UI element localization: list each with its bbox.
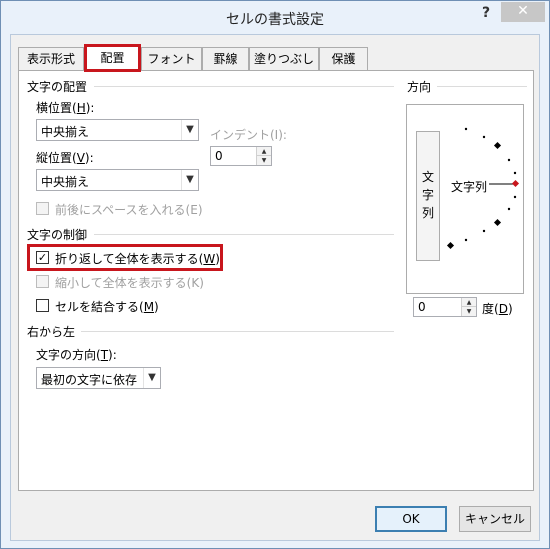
chevron-down-icon[interactable]: ▼ — [181, 120, 198, 140]
text-alignment-group-title: 文字の配置 — [27, 80, 88, 94]
stepper-up-icon[interactable]: ▲ — [256, 147, 271, 156]
tab-number[interactable]: 表示形式 — [18, 47, 84, 71]
vertical-alignment-value: 中央揃え — [41, 175, 90, 189]
stepper-up-icon[interactable]: ▲ — [461, 298, 476, 307]
tab-border[interactable]: 罫線 — [202, 47, 249, 71]
horizontal-alignment-select[interactable]: 中央揃え ▼ — [36, 119, 199, 141]
tab-protection[interactable]: 保護 — [319, 47, 368, 71]
group-divider — [81, 331, 394, 332]
cancel-button[interactable]: キャンセル — [459, 506, 531, 532]
orientation-dial[interactable] — [407, 105, 525, 295]
group-divider — [437, 86, 527, 87]
close-button[interactable]: ✕ — [501, 2, 545, 22]
indent-value: 0 — [215, 149, 223, 163]
shrink-to-fit-label: 縮小して全体を表示する(K) — [55, 276, 204, 290]
degrees-label: 度(D) — [482, 302, 513, 316]
wrap-text-checkbox[interactable]: ✓ — [36, 251, 49, 264]
justify-distributed-checkbox — [36, 202, 49, 215]
chevron-down-icon[interactable]: ▼ — [181, 170, 198, 190]
dial-text: 文字列 — [451, 180, 488, 194]
help-button[interactable]: ? — [475, 5, 497, 25]
tab-font[interactable]: フォント — [141, 47, 202, 71]
indent-label: インデント(I): — [210, 128, 287, 142]
merge-cells-label[interactable]: セルを結合する(M) — [55, 298, 159, 315]
vertical-label: 縦位置(V): — [36, 151, 94, 165]
orientation-box: 文 字 列 文字列 — [406, 104, 524, 294]
title-bar: セルの書式設定 ? ✕ — [1, 1, 549, 33]
merge-cells-checkbox[interactable] — [36, 299, 49, 312]
text-control-group-title: 文字の制御 — [27, 228, 88, 242]
group-divider — [94, 86, 394, 87]
dialog-body: 表示形式 配置 フォント 罫線 塗りつぶし 保護 文字の配置 横位置(H): 中… — [10, 34, 540, 541]
chevron-down-icon[interactable]: ▼ — [143, 368, 160, 388]
degrees-value: 0 — [418, 300, 426, 314]
format-cells-dialog: セルの書式設定 ? ✕ 表示形式 配置 フォント 罫線 塗りつぶし 保護 文字の… — [0, 0, 550, 549]
orientation-group-title: 方向 — [407, 80, 432, 94]
indent-stepper[interactable]: 0 ▲ ▼ — [210, 146, 272, 166]
shrink-to-fit-checkbox — [36, 275, 49, 288]
alignment-panel: 文字の配置 横位置(H): 中央揃え ▼ インデント(I): 0 ▲ ▼ 縦位置… — [18, 70, 534, 491]
horizontal-label: 横位置(H): — [36, 101, 95, 115]
text-direction-value: 最初の文字に依存 — [41, 373, 138, 387]
stepper-down-icon[interactable]: ▼ — [256, 156, 271, 165]
rtl-group-title: 右から左 — [27, 325, 76, 339]
tab-alignment[interactable]: 配置 — [84, 44, 141, 72]
horizontal-alignment-value: 中央揃え — [41, 125, 90, 139]
wrap-text-label[interactable]: 折り返して全体を表示する(W) — [55, 250, 220, 267]
text-direction-select[interactable]: 最初の文字に依存 ▼ — [36, 367, 161, 389]
degrees-stepper[interactable]: 0 ▲ ▼ — [413, 297, 477, 317]
tab-fill[interactable]: 塗りつぶし — [249, 47, 319, 71]
close-icon: ✕ — [517, 3, 529, 19]
stepper-down-icon[interactable]: ▼ — [461, 307, 476, 316]
vertical-alignment-select[interactable]: 中央揃え ▼ — [36, 169, 199, 191]
justify-distributed-label: 前後にスペースを入れる(E) — [55, 203, 203, 217]
text-direction-label: 文字の方向(T): — [36, 348, 117, 362]
ok-button[interactable]: OK — [375, 506, 447, 532]
group-divider — [94, 234, 394, 235]
dialog-title: セルの書式設定 — [226, 12, 324, 28]
